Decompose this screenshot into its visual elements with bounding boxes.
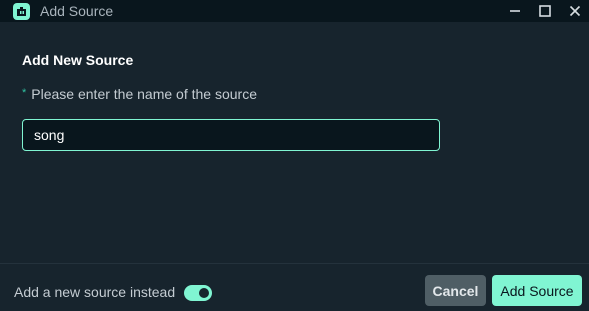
minimize-icon xyxy=(509,5,521,17)
dialog-body: Add New Source * Please enter the name o… xyxy=(0,22,589,263)
dialog-footer: Add a new source instead Cancel Add Sour… xyxy=(0,263,589,311)
source-name-label: * Please enter the name of the source xyxy=(22,86,257,102)
window-title: Add Source xyxy=(40,3,114,19)
close-icon xyxy=(569,5,581,17)
cancel-button[interactable]: Cancel xyxy=(425,275,486,306)
source-name-input[interactable] xyxy=(22,119,440,151)
maximize-button[interactable] xyxy=(534,0,556,22)
dialog-heading: Add New Source xyxy=(22,52,134,68)
required-marker: * xyxy=(22,87,27,99)
toggle-knob xyxy=(199,288,209,298)
add-source-button[interactable]: Add Source xyxy=(492,275,582,306)
minimize-button[interactable] xyxy=(504,0,526,22)
maximize-icon xyxy=(539,5,551,17)
title-bar[interactable]: Add Source xyxy=(0,0,589,22)
app-logo-icon xyxy=(13,3,30,20)
source-name-label-text: Please enter the name of the source xyxy=(31,86,257,102)
new-source-toggle[interactable] xyxy=(184,285,212,301)
close-button[interactable] xyxy=(564,0,586,22)
add-source-dialog: Add Source Add New Source * Please enter xyxy=(0,0,589,311)
new-source-toggle-label: Add a new source instead xyxy=(14,284,176,300)
